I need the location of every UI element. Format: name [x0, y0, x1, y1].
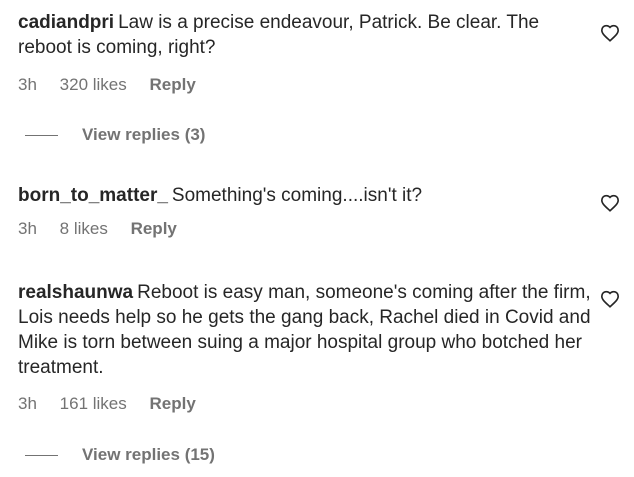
- comment-meta: 3h 320 likes Reply: [18, 75, 196, 95]
- reply-button[interactable]: Reply: [150, 394, 196, 414]
- view-replies-button[interactable]: View replies (3): [25, 124, 205, 146]
- view-replies-label: View replies (15): [82, 445, 215, 464]
- comment-time: 3h: [18, 394, 37, 413]
- comment-username[interactable]: realshaunwa: [18, 282, 133, 303]
- view-replies-label: View replies (3): [82, 125, 206, 144]
- comment-meta: 3h 161 likes Reply: [18, 394, 196, 414]
- comment-body: realshaunwa Reboot is easy man, someone's…: [18, 280, 598, 380]
- reply-button[interactable]: Reply: [150, 75, 196, 95]
- comment-time: 3h: [18, 75, 37, 94]
- comment-1: cadiandpri Law is a precise endeavour, Pa…: [18, 10, 598, 94]
- comment-3: realshaunwa Reboot is easy man, someone's…: [18, 280, 598, 413]
- comment-likes[interactable]: 161 likes: [60, 394, 127, 414]
- heart-outline-icon[interactable]: [600, 24, 620, 42]
- comment-meta: 3h 8 likes Reply: [18, 219, 177, 239]
- comment-body: born_to_matter_ Something's coming....isn…: [18, 183, 598, 208]
- view-replies-line: [25, 454, 58, 456]
- view-replies-button[interactable]: View replies (15): [25, 444, 215, 466]
- comment-time: 3h: [18, 219, 37, 238]
- comment-likes[interactable]: 8 likes: [60, 219, 108, 239]
- comment-username[interactable]: born_to_matter_: [18, 185, 168, 206]
- comment-body: cadiandpri Law is a precise endeavour, Pa…: [18, 10, 598, 60]
- reply-button[interactable]: Reply: [131, 219, 177, 239]
- comment-text: Something's coming....isn't it?: [171, 185, 423, 206]
- view-replies-line: [25, 134, 58, 136]
- comment-likes[interactable]: 320 likes: [60, 75, 127, 95]
- heart-outline-icon[interactable]: [600, 194, 620, 212]
- comment-2: born_to_matter_ Something's coming....isn…: [18, 183, 598, 238]
- comment-username[interactable]: cadiandpri: [18, 12, 114, 33]
- heart-outline-icon[interactable]: [600, 290, 620, 308]
